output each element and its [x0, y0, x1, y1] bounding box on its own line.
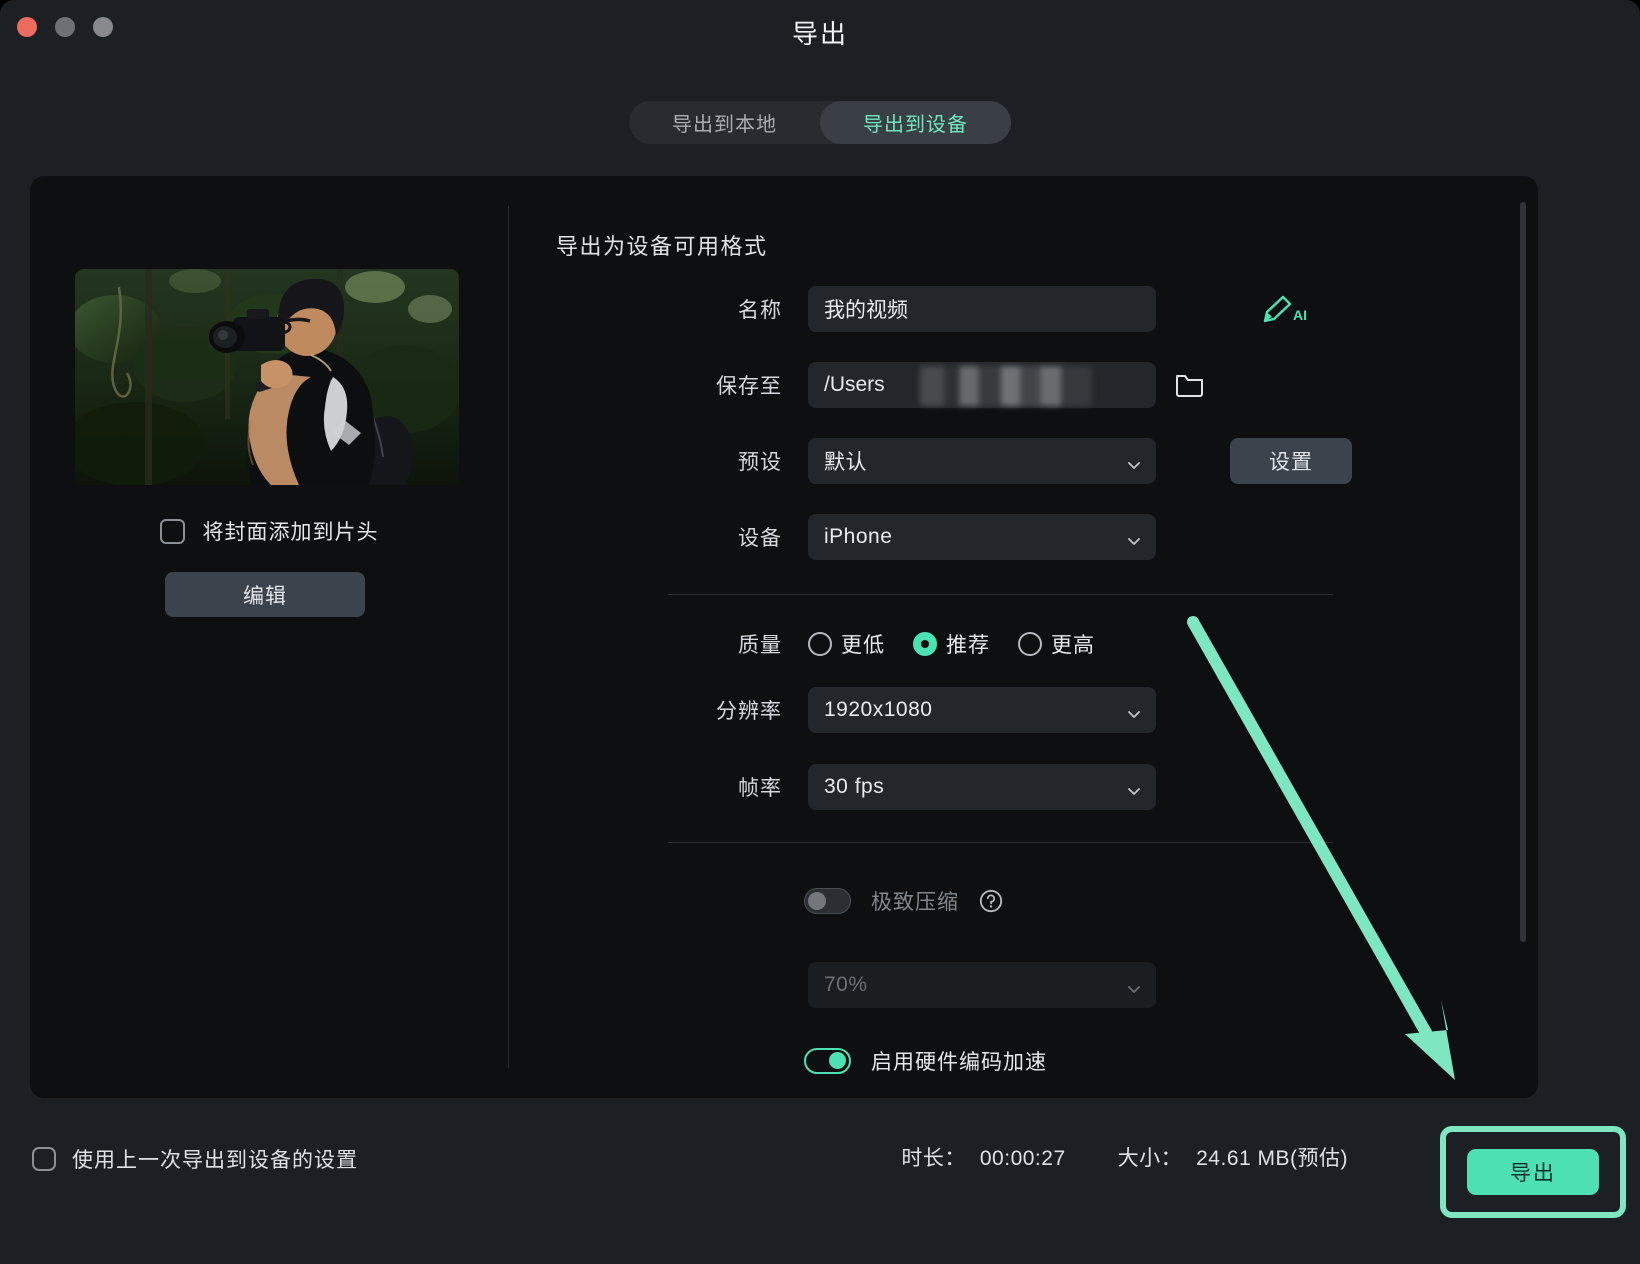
hardware-acceleration-row: 启用硬件编码加速 — [804, 1046, 1047, 1076]
save-to-path[interactable]: /Users — [808, 362, 1156, 408]
hardware-acceleration-label: 启用硬件编码加速 — [871, 1046, 1047, 1076]
export-button[interactable]: 导出 — [1467, 1149, 1599, 1195]
quality-option-higher[interactable]: 更高 — [1018, 629, 1095, 659]
add-cover-label: 将封面添加到片头 — [203, 516, 379, 546]
extreme-compression-row: 极致压缩 — [804, 886, 1003, 916]
ai-rename-icon[interactable]: AI — [1260, 294, 1312, 326]
cover-option-row: 将封面添加到片头 — [30, 516, 508, 546]
tab-export-local[interactable]: 导出到本地 — [629, 101, 820, 144]
quality-recommended-label: 推荐 — [946, 629, 990, 659]
compression-percent-value: 70% — [824, 973, 868, 997]
device-row: 设备 iPhone — [508, 514, 1156, 560]
title-bar: 导出 — [0, 0, 1640, 66]
resolution-select[interactable]: 1920x1080 — [808, 687, 1156, 733]
framerate-select[interactable]: 30 fps — [808, 764, 1156, 810]
radio-higher[interactable] — [1018, 632, 1042, 656]
settings-pane: 导出为设备可用格式 名称 AI 保存至 /Users — [508, 176, 1538, 1098]
quality-option-lower[interactable]: 更低 — [808, 629, 885, 659]
resolution-row: 分辨率 1920x1080 — [508, 687, 1156, 733]
duration-label: 时长： — [901, 1147, 966, 1170]
video-thumbnail[interactable] — [75, 269, 459, 485]
settings-button[interactable]: 设置 — [1230, 438, 1352, 484]
scrollbar-track[interactable] — [1526, 198, 1532, 1078]
hardware-acceleration-toggle[interactable] — [804, 1048, 851, 1074]
framerate-row: 帧率 30 fps — [508, 764, 1156, 810]
device-value: iPhone — [824, 525, 892, 549]
chevron-down-icon — [1128, 981, 1140, 989]
duration-info: 时长： 00:00:27 — [901, 1142, 1065, 1172]
reuse-settings-checkbox[interactable] — [32, 1147, 56, 1171]
size-label: 大小： — [1118, 1147, 1183, 1170]
quality-higher-label: 更高 — [1051, 629, 1095, 659]
preset-label: 预设 — [508, 446, 808, 476]
export-settings-card: 将封面添加到片头 编辑 导出为设备可用格式 名称 AI — [30, 176, 1538, 1098]
preset-row: 预设 默认 设置 — [508, 438, 1156, 484]
size-value: 24.61 MB(预估) — [1196, 1147, 1348, 1170]
preview-pane: 将封面添加到片头 编辑 — [30, 176, 508, 1098]
chevron-down-icon — [1128, 533, 1140, 541]
compression-percent-row: 70% — [508, 962, 1156, 1008]
chevron-down-icon — [1128, 783, 1140, 791]
divider-2 — [668, 842, 1333, 843]
page-title: 导出 — [0, 14, 1640, 51]
size-info: 大小： 24.61 MB(预估) — [1118, 1142, 1348, 1172]
export-mode-tabs: 导出到本地 导出到设备 — [629, 101, 1011, 144]
export-dialog-window: 导出 导出到本地 导出到设备 — [0, 0, 1640, 1264]
export-meta: 时长： 00:00:27 大小： 24.61 MB(预估) — [901, 1142, 1348, 1172]
preset-select[interactable]: 默认 — [808, 438, 1156, 484]
device-select[interactable]: iPhone — [808, 514, 1156, 560]
framerate-label: 帧率 — [508, 772, 808, 802]
extreme-compression-toggle[interactable] — [804, 888, 851, 914]
toggle-knob — [808, 892, 826, 910]
edit-button[interactable]: 编辑 — [165, 572, 365, 617]
save-to-row: 保存至 /Users — [508, 362, 1156, 408]
chevron-down-icon — [1128, 706, 1140, 714]
name-label: 名称 — [508, 294, 808, 324]
save-to-label: 保存至 — [508, 370, 808, 400]
redacted-path-region — [920, 366, 1092, 406]
toggle-knob — [829, 1052, 846, 1069]
quality-lower-label: 更低 — [841, 629, 885, 659]
radio-recommended[interactable] — [913, 632, 937, 656]
compression-percent-select: 70% — [808, 962, 1156, 1008]
quality-radio-group: 更低 推荐 更高 — [808, 629, 1095, 659]
svg-text:AI: AI — [1293, 307, 1307, 323]
divider-1 — [668, 594, 1333, 595]
duration-value: 00:00:27 — [980, 1147, 1066, 1170]
resolution-value: 1920x1080 — [824, 698, 932, 722]
radio-lower[interactable] — [808, 632, 832, 656]
preset-value: 默认 — [824, 446, 867, 476]
name-input[interactable] — [808, 286, 1156, 332]
framerate-value: 30 fps — [824, 775, 884, 799]
section-title: 导出为设备可用格式 — [556, 229, 768, 261]
extreme-compression-label: 极致压缩 — [871, 886, 959, 916]
quality-label: 质量 — [508, 629, 808, 659]
name-row: 名称 AI — [508, 286, 1156, 332]
add-cover-checkbox[interactable] — [160, 519, 185, 544]
reuse-settings-label: 使用上一次导出到设备的设置 — [72, 1144, 358, 1174]
export-button-highlight: 导出 — [1440, 1126, 1626, 1218]
quality-option-recommended[interactable]: 推荐 — [913, 629, 990, 659]
folder-icon[interactable] — [1175, 371, 1204, 397]
scrollbar-thumb[interactable] — [1520, 202, 1526, 942]
resolution-label: 分辨率 — [508, 695, 808, 725]
reuse-settings-row: 使用上一次导出到设备的设置 — [32, 1144, 358, 1174]
device-label: 设备 — [508, 522, 808, 552]
bottom-bar: 使用上一次导出到设备的设置 时长： 00:00:27 大小： 24.61 MB(预估… — [0, 1098, 1640, 1264]
chevron-down-icon — [1128, 457, 1140, 465]
help-icon[interactable] — [979, 889, 1003, 913]
save-to-value: /Users — [824, 373, 885, 397]
tab-export-device[interactable]: 导出到设备 — [820, 101, 1011, 144]
quality-row: 质量 更低 推荐 更高 — [508, 624, 1095, 664]
